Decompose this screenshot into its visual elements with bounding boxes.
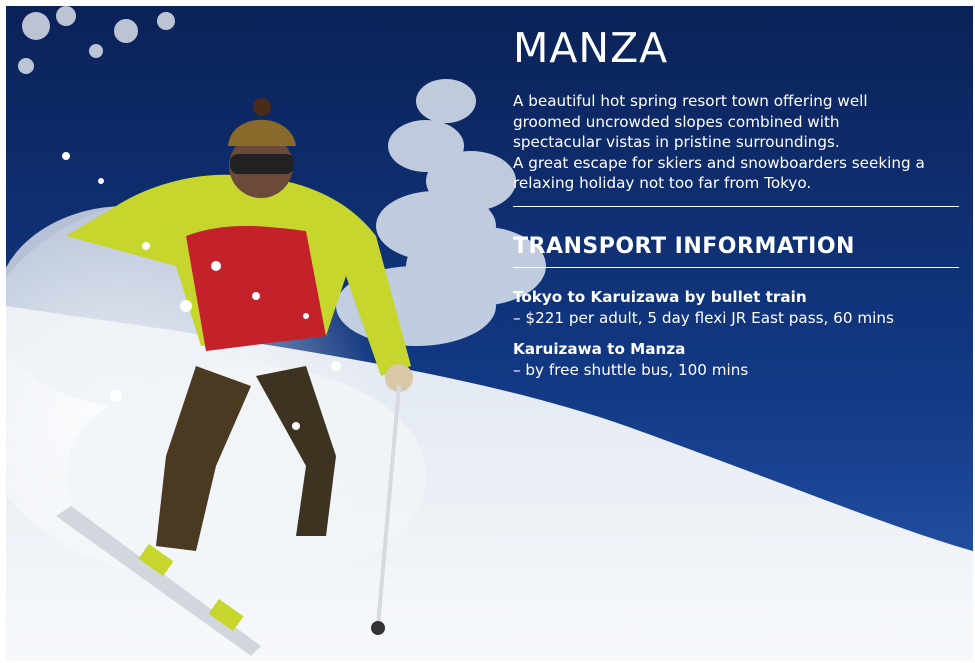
brochure-page: MANZA A beautiful hot spring resort town… bbox=[0, 0, 975, 663]
description-line: A great escape for skiers and snowboarde… bbox=[513, 153, 925, 172]
description-line: groomed uncrowded slopes combined with bbox=[513, 112, 840, 131]
description-line: A beautiful hot spring resort town offer… bbox=[513, 92, 868, 111]
goggles bbox=[230, 154, 294, 174]
route-detail: – $221 per adult, 5 day flexi JR East pa… bbox=[513, 308, 894, 327]
description-line: spectacular vistas in pristine surroundi… bbox=[513, 133, 840, 152]
text-panel: MANZA A beautiful hot spring resort town… bbox=[513, 24, 960, 381]
description-line: relaxing holiday not too far from Tokyo. bbox=[513, 174, 812, 193]
route-detail: – by free shuttle bus, 100 mins bbox=[513, 360, 749, 379]
divider bbox=[513, 205, 959, 207]
route-item: Tokyo to Karuizawa by bullet train – $22… bbox=[513, 287, 960, 329]
divider bbox=[513, 266, 959, 268]
description: A beautiful hot spring resort town offer… bbox=[513, 91, 960, 194]
route-name: Karuizawa to Manza bbox=[513, 339, 686, 358]
page-title: MANZA bbox=[513, 24, 669, 72]
transport-heading: TRANSPORT INFORMATION bbox=[513, 233, 855, 259]
route-item: Karuizawa to Manza – by free shuttle bus… bbox=[513, 339, 960, 381]
route-name: Tokyo to Karuizawa by bullet train bbox=[513, 287, 807, 306]
